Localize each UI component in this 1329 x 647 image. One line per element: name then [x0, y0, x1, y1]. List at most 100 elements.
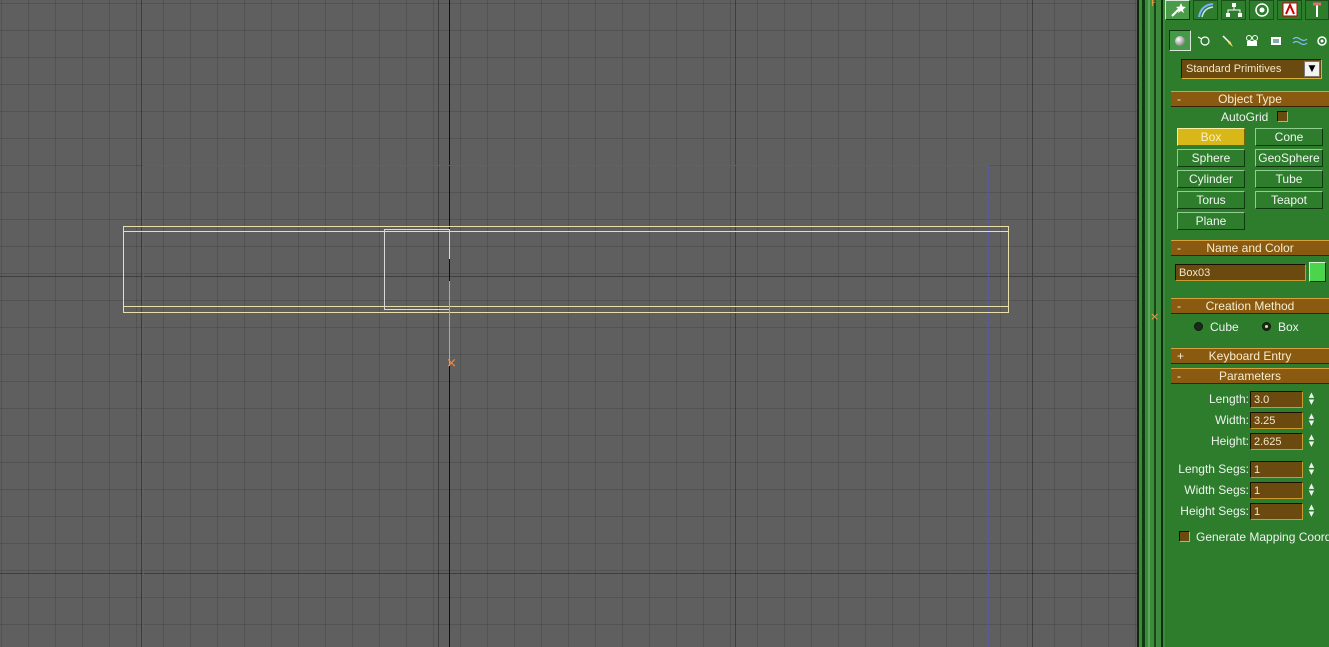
category-dropdown[interactable]: Standard Primitives ▼	[1181, 59, 1322, 79]
tab-modify[interactable]	[1193, 0, 1218, 20]
command-panel-tabs	[1165, 0, 1329, 22]
autogrid-label: AutoGrid	[1221, 110, 1269, 124]
tab-utilities[interactable]	[1305, 0, 1329, 20]
rollout-collapse-sign: -	[1177, 299, 1181, 313]
systems-icon	[1317, 35, 1327, 46]
lights-button[interactable]	[1217, 30, 1239, 51]
cube-radio[interactable]	[1194, 322, 1203, 331]
tube-button[interactable]: Tube	[1255, 170, 1323, 188]
width-segs-field[interactable]: 1	[1250, 482, 1303, 499]
teapot-button[interactable]: Teapot	[1255, 191, 1323, 209]
width-field[interactable]: 3.25	[1250, 412, 1303, 429]
height-label: Height:	[1210, 434, 1249, 448]
box-object-outline[interactable]	[123, 226, 1009, 313]
cube-radio-label: Cube	[1210, 320, 1239, 334]
divider-marker: ×	[1150, 310, 1160, 323]
systems-button[interactable]	[1313, 30, 1329, 51]
rollout-collapse-sign: -	[1177, 92, 1181, 106]
rollout-creation-method[interactable]: - Creation Method	[1171, 298, 1329, 314]
create-icon	[1170, 3, 1186, 17]
box-radio[interactable]	[1262, 322, 1271, 331]
divider-stripe	[1142, 0, 1145, 647]
rollout-name-and-color[interactable]: - Name and Color	[1171, 240, 1329, 256]
length-segs-field[interactable]: 1	[1250, 461, 1303, 478]
shapes-button[interactable]	[1193, 30, 1215, 51]
box-radio-label: Box	[1278, 320, 1299, 334]
lights-icon	[1222, 34, 1233, 47]
tab-display[interactable]	[1277, 0, 1302, 20]
divider-top-marker: F	[1151, 0, 1157, 9]
create-category-buttons	[1165, 28, 1329, 52]
width-segs-label: Width Segs:	[1184, 483, 1249, 497]
box-button[interactable]: Box	[1177, 128, 1245, 146]
rollout-title: Creation Method	[1205, 299, 1295, 313]
autogrid-checkbox[interactable]	[1277, 111, 1288, 122]
rollout-expand-sign: +	[1177, 349, 1185, 363]
box-being-created[interactable]	[384, 229, 450, 310]
tab-hierarchy[interactable]	[1221, 0, 1246, 20]
width-segs-spinner[interactable]: ▲ ▼	[1306, 482, 1317, 498]
hierarchy-icon	[1225, 3, 1242, 17]
length-segs-label: Length Segs:	[1178, 462, 1249, 476]
display-icon	[1282, 2, 1297, 17]
divider-stripe	[1148, 0, 1150, 647]
command-panel: Standard Primitives ▼ - Object Type Auto…	[1165, 0, 1329, 647]
divider-edge	[1137, 0, 1139, 647]
generate-mapping-label: Generate Mapping Coords.	[1196, 530, 1329, 544]
category-dropdown-value: Standard Primitives	[1186, 63, 1282, 75]
shapes-icon	[1197, 35, 1210, 46]
cameras-button[interactable]	[1241, 30, 1263, 51]
chevron-down-icon[interactable]: ▼	[1304, 61, 1320, 77]
box-being-created-edge	[449, 229, 450, 259]
object-name-field[interactable]: Box03	[1175, 264, 1306, 281]
rollout-title: Keyboard Entry	[1208, 349, 1292, 363]
length-field[interactable]: 3.0	[1250, 391, 1303, 408]
rollout-title: Object Type	[1218, 92, 1282, 106]
sphere-button[interactable]: Sphere	[1177, 149, 1245, 167]
viewport-panel-divider[interactable]: F ×	[1137, 0, 1165, 647]
width-spinner[interactable]: ▲ ▼	[1306, 412, 1317, 428]
height-spinner[interactable]: ▲ ▼	[1306, 433, 1317, 449]
rollout-object-type[interactable]: - Object Type	[1171, 91, 1329, 107]
rollout-collapse-sign: -	[1177, 241, 1181, 255]
utilities-icon	[1313, 2, 1321, 17]
height-field[interactable]: 2.625	[1250, 433, 1303, 450]
cone-button[interactable]: Cone	[1255, 128, 1323, 146]
motion-icon	[1254, 3, 1269, 17]
rollout-parameters[interactable]: - Parameters	[1171, 368, 1329, 384]
geometry-icon	[1175, 35, 1185, 46]
cylinder-button[interactable]: Cylinder	[1177, 170, 1245, 188]
helpers-button[interactable]	[1265, 30, 1287, 51]
height-segs-field[interactable]: 1	[1250, 503, 1303, 520]
box-object-edge-bottom	[124, 306, 1008, 307]
height-segs-label: Height Segs:	[1180, 504, 1249, 518]
perspective-viewport[interactable]: ×	[0, 0, 1137, 647]
divider-edge	[1161, 0, 1163, 647]
helpers-icon	[1271, 36, 1281, 45]
tab-motion[interactable]	[1249, 0, 1274, 20]
creation-guide-line	[449, 281, 450, 366]
length-segs-spinner[interactable]: ▲ ▼	[1306, 461, 1317, 477]
cameras-icon	[1246, 34, 1258, 46]
space-warps-button[interactable]	[1289, 30, 1311, 51]
object-color-swatch[interactable]	[1309, 262, 1326, 282]
rollout-keyboard-entry[interactable]: + Keyboard Entry	[1171, 348, 1329, 364]
generate-mapping-checkbox[interactable]	[1179, 531, 1190, 542]
tab-create[interactable]	[1165, 0, 1190, 20]
rollout-collapse-sign: -	[1177, 369, 1181, 383]
torus-button[interactable]: Torus	[1177, 191, 1245, 209]
plane-button[interactable]: Plane	[1177, 212, 1245, 230]
rollout-title: Parameters	[1218, 369, 1282, 383]
space-warps-icon	[1292, 36, 1308, 45]
divider-stripe	[1154, 0, 1156, 647]
box-object-edge-top	[124, 231, 1008, 232]
modify-icon	[1197, 3, 1213, 18]
rollout-title: Name and Color	[1206, 241, 1294, 255]
geometry-button[interactable]	[1169, 30, 1191, 51]
pivot-marker: ×	[446, 356, 457, 371]
length-spinner[interactable]: ▲ ▼	[1306, 391, 1317, 407]
geosphere-button[interactable]: GeoSphere	[1255, 149, 1323, 167]
length-label: Length:	[1208, 392, 1249, 406]
height-segs-spinner[interactable]: ▲ ▼	[1306, 503, 1317, 519]
width-label: Width:	[1214, 413, 1249, 427]
